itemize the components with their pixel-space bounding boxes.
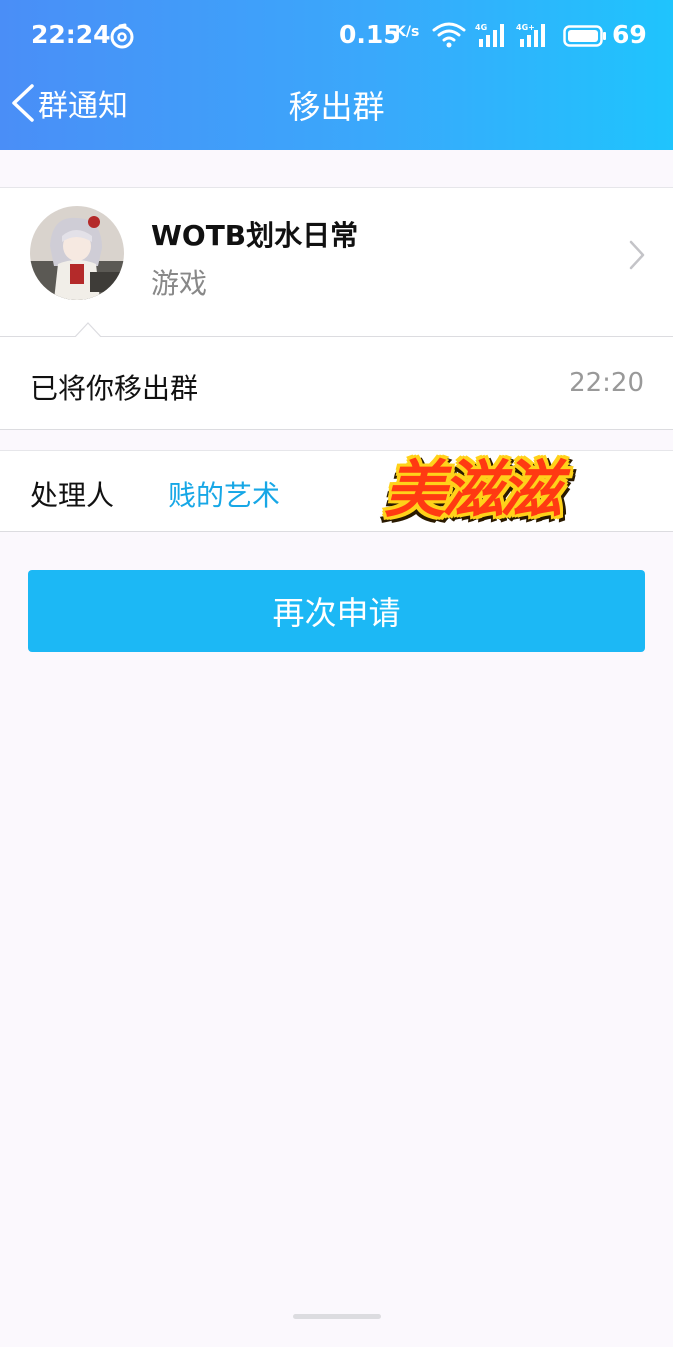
network-type-label: 4G — [475, 23, 487, 32]
network-type-2-label: 4G+ — [516, 23, 535, 32]
cellular-signal-2-icon: 4G+ — [516, 23, 545, 47]
cellular-signal-icon: 4G — [475, 23, 504, 47]
notice-text: 已将你移出群 — [30, 372, 199, 405]
group-name: WOTB划水日常 — [151, 219, 359, 252]
network-speed-unit: K/s — [395, 24, 420, 40]
network-speed: 0.15 — [339, 20, 401, 49]
battery-icon — [563, 25, 606, 47]
meizizi-sticker: 美滋滋 — [384, 453, 562, 526]
pointer-notch — [74, 322, 102, 339]
netease-music-icon — [110, 23, 134, 49]
handler-label: 处理人 — [30, 479, 115, 512]
apply-again-button[interactable]: 再次申请 — [28, 570, 645, 652]
group-category: 游戏 — [151, 267, 208, 300]
notice-time: 22:20 — [569, 368, 644, 398]
battery-percent: 69 — [612, 20, 647, 49]
group-card[interactable]: WOTB划水日常 游戏 — [0, 187, 673, 339]
page-title: 移出群 — [288, 88, 385, 126]
status-bar: 22:24 0.15 K/s 4G 4G+ 69 — [0, 0, 673, 72]
handler-name-link[interactable]: 贱的艺术 — [168, 474, 280, 514]
removal-notice: 已将你移出群 22:20 — [0, 337, 673, 430]
handler-row: 处理人 贱的艺术 美滋滋 — [0, 450, 673, 532]
home-indicator[interactable] — [293, 1314, 381, 1319]
status-time: 22:24 — [31, 20, 111, 49]
wifi-icon — [432, 22, 466, 48]
chevron-right-icon — [629, 240, 645, 270]
app-header: 22:24 0.15 K/s 4G 4G+ 69 群通知 移出群 — [0, 0, 673, 150]
group-avatar — [30, 206, 124, 300]
